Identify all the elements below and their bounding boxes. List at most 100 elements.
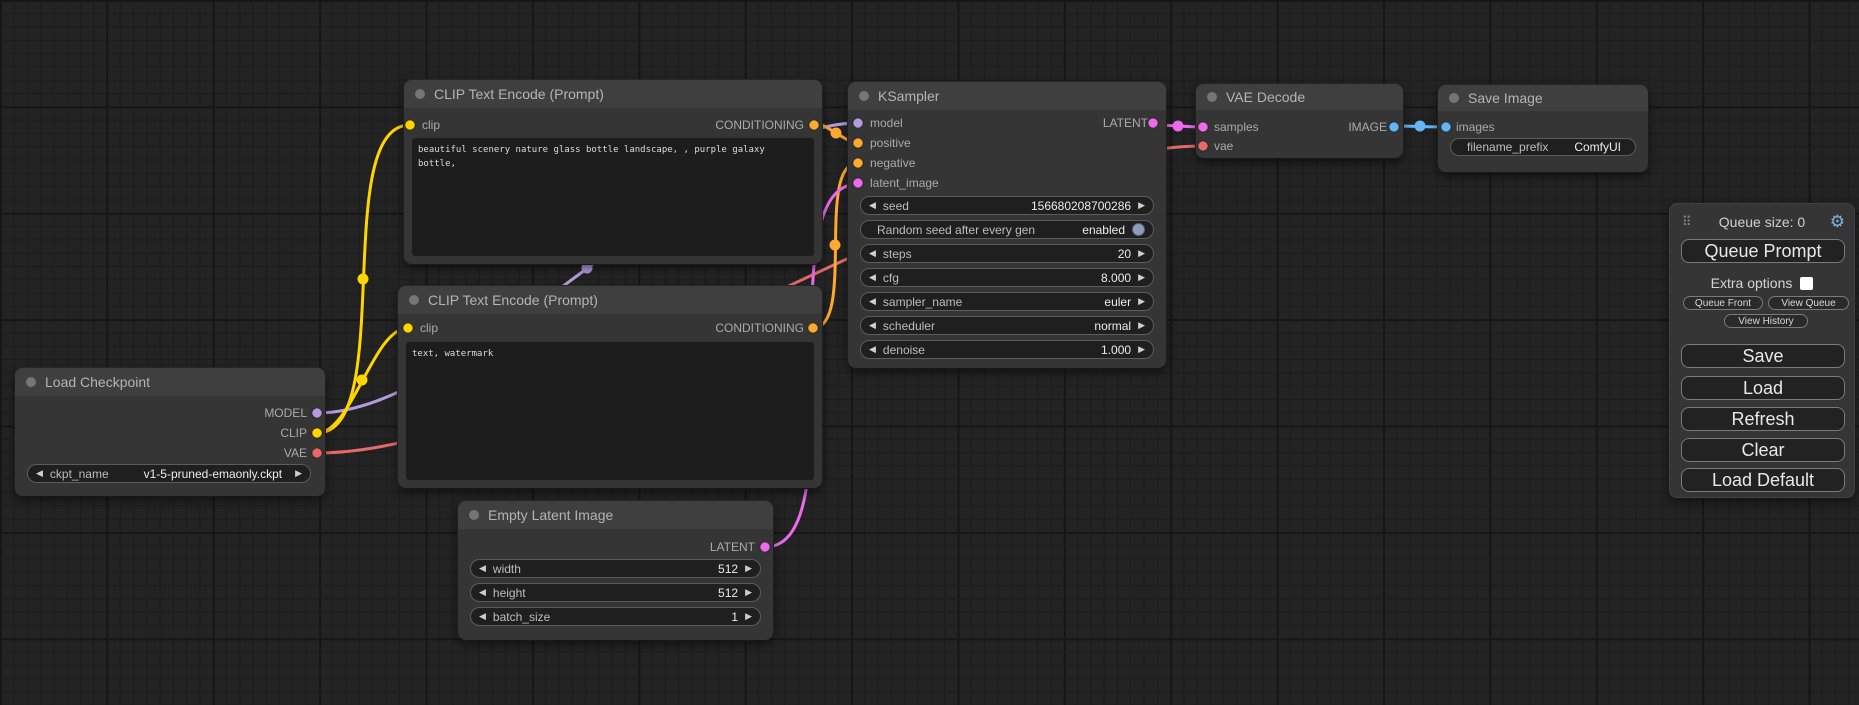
image-output-slot[interactable] bbox=[1389, 122, 1399, 132]
input-label-clip: clip bbox=[420, 321, 438, 335]
collapse-dot-icon[interactable] bbox=[26, 377, 36, 387]
arrow-left-icon[interactable]: ◀ bbox=[479, 588, 486, 597]
node-clip-text-encode-negative[interactable]: CLIP Text Encode (Prompt) clip CONDITION… bbox=[398, 286, 822, 488]
link-dot bbox=[357, 375, 368, 386]
height-widget[interactable]: ◀ height 512 ▶ bbox=[470, 583, 761, 602]
node-title-bar[interactable]: Empty Latent Image bbox=[458, 501, 773, 529]
clip-input-slot[interactable] bbox=[403, 323, 413, 333]
arrow-right-icon[interactable]: ▶ bbox=[295, 469, 302, 478]
clear-button[interactable]: Clear bbox=[1681, 438, 1845, 462]
collapse-dot-icon[interactable] bbox=[859, 91, 869, 101]
samples-input-slot[interactable] bbox=[1198, 122, 1208, 132]
filename-prefix-widget[interactable]: filename_prefix ComfyUI bbox=[1450, 138, 1636, 156]
input-label-latent-image: latent_image bbox=[870, 176, 939, 190]
arrow-left-icon[interactable]: ◀ bbox=[869, 273, 876, 282]
latent-output-slot[interactable] bbox=[1148, 118, 1158, 128]
node-title-bar[interactable]: Save Image bbox=[1438, 85, 1648, 111]
arrow-left-icon[interactable]: ◀ bbox=[869, 297, 876, 306]
arrow-left-icon[interactable]: ◀ bbox=[869, 249, 876, 258]
scheduler-widget[interactable]: ◀ scheduler normal ▶ bbox=[860, 316, 1154, 335]
view-history-button[interactable]: View History bbox=[1724, 314, 1808, 328]
arrow-right-icon[interactable]: ▶ bbox=[1138, 249, 1145, 258]
refresh-button[interactable]: Refresh bbox=[1681, 407, 1845, 431]
arrow-left-icon[interactable]: ◀ bbox=[869, 201, 876, 210]
link-dot bbox=[831, 128, 842, 139]
toggle-on-icon[interactable] bbox=[1132, 223, 1145, 236]
collapse-dot-icon[interactable] bbox=[1207, 92, 1217, 102]
drag-handle-icon[interactable]: ⠿ bbox=[1682, 214, 1693, 230]
seed-widget[interactable]: ◀ seed 156680208700286 ▶ bbox=[860, 196, 1154, 215]
widget-label: sampler_name bbox=[883, 295, 962, 309]
clip-output-slot[interactable] bbox=[312, 428, 322, 438]
steps-widget[interactable]: ◀ steps 20 ▶ bbox=[860, 244, 1154, 263]
widget-label: height bbox=[493, 586, 526, 600]
arrow-left-icon[interactable]: ◀ bbox=[479, 612, 486, 621]
extra-options-label: Extra options bbox=[1711, 275, 1793, 291]
queue-prompt-button[interactable]: Queue Prompt bbox=[1681, 239, 1845, 263]
extra-options-checkbox[interactable] bbox=[1800, 277, 1813, 290]
save-button[interactable]: Save bbox=[1681, 344, 1845, 368]
node-clip-text-encode-positive[interactable]: CLIP Text Encode (Prompt) clip CONDITION… bbox=[404, 80, 822, 264]
link-dot bbox=[358, 274, 369, 285]
negative-prompt-textarea[interactable]: text, watermark bbox=[406, 342, 814, 480]
arrow-left-icon[interactable]: ◀ bbox=[479, 564, 486, 573]
latent-output-slot[interactable] bbox=[760, 542, 770, 552]
arrow-right-icon[interactable]: ▶ bbox=[1138, 297, 1145, 306]
node-title-bar[interactable]: KSampler bbox=[848, 82, 1166, 110]
node-empty-latent-image[interactable]: Empty Latent Image LATENT ◀ width 512 ▶ … bbox=[458, 501, 773, 640]
arrow-left-icon[interactable]: ◀ bbox=[36, 469, 43, 478]
batch-size-widget[interactable]: ◀ batch_size 1 ▶ bbox=[470, 607, 761, 626]
arrow-right-icon[interactable]: ▶ bbox=[745, 564, 752, 573]
conditioning-output-slot[interactable] bbox=[808, 323, 818, 333]
arrow-right-icon[interactable]: ▶ bbox=[1138, 321, 1145, 330]
node-load-checkpoint[interactable]: Load Checkpoint MODEL CLIP VAE ◀ ckpt_na… bbox=[15, 368, 325, 496]
positive-prompt-textarea[interactable]: beautiful scenery nature glass bottle la… bbox=[412, 138, 814, 256]
width-widget[interactable]: ◀ width 512 ▶ bbox=[470, 559, 761, 578]
latent-image-input-slot[interactable] bbox=[853, 178, 863, 188]
model-output-slot[interactable] bbox=[312, 408, 322, 418]
node-title-bar[interactable]: VAE Decode bbox=[1196, 84, 1403, 110]
arrow-right-icon[interactable]: ▶ bbox=[1138, 345, 1145, 354]
node-vae-decode[interactable]: VAE Decode samples IMAGE vae bbox=[1196, 84, 1403, 158]
cfg-widget[interactable]: ◀ cfg 8.000 ▶ bbox=[860, 268, 1154, 287]
arrow-right-icon[interactable]: ▶ bbox=[745, 588, 752, 597]
random-seed-toggle-widget[interactable]: Random seed after every gen enabled bbox=[860, 220, 1154, 239]
comfyui-graph-canvas[interactable]: { "colors": { "model": "#B49BE0", "clip"… bbox=[0, 0, 1859, 705]
arrow-right-icon[interactable]: ▶ bbox=[745, 612, 752, 621]
input-label-clip: clip bbox=[422, 118, 440, 132]
widget-value: euler bbox=[1104, 295, 1131, 309]
view-queue-button[interactable]: View Queue bbox=[1768, 296, 1849, 310]
collapse-dot-icon[interactable] bbox=[1449, 93, 1459, 103]
sampler-name-widget[interactable]: ◀ sampler_name euler ▶ bbox=[860, 292, 1154, 311]
node-ksampler[interactable]: KSampler model LATENT positive negative … bbox=[848, 82, 1166, 368]
collapse-dot-icon[interactable] bbox=[469, 510, 479, 520]
node-title-bar[interactable]: Load Checkpoint bbox=[15, 368, 325, 396]
load-default-button[interactable]: Load Default bbox=[1681, 468, 1845, 492]
model-input-slot[interactable] bbox=[853, 118, 863, 128]
denoise-widget[interactable]: ◀ denoise 1.000 ▶ bbox=[860, 340, 1154, 359]
arrow-left-icon[interactable]: ◀ bbox=[869, 345, 876, 354]
arrow-right-icon[interactable]: ▶ bbox=[1138, 273, 1145, 282]
load-button[interactable]: Load bbox=[1681, 376, 1845, 400]
negative-input-slot[interactable] bbox=[853, 158, 863, 168]
collapse-dot-icon[interactable] bbox=[415, 89, 425, 99]
input-label-images: images bbox=[1456, 120, 1495, 134]
widget-value: 1.000 bbox=[1101, 343, 1131, 357]
node-title-bar[interactable]: CLIP Text Encode (Prompt) bbox=[398, 286, 822, 314]
conditioning-output-slot[interactable] bbox=[809, 120, 819, 130]
node-save-image[interactable]: Save Image images filename_prefix ComfyU… bbox=[1438, 85, 1648, 172]
node-title-bar[interactable]: CLIP Text Encode (Prompt) bbox=[404, 80, 822, 108]
vae-output-slot[interactable] bbox=[312, 448, 322, 458]
arrow-right-icon[interactable]: ▶ bbox=[1138, 201, 1145, 210]
queue-front-button[interactable]: Queue Front bbox=[1683, 296, 1763, 310]
output-label-latent: LATENT bbox=[710, 540, 755, 554]
images-input-slot[interactable] bbox=[1441, 122, 1451, 132]
ckpt-name-widget[interactable]: ◀ ckpt_name v1-5-pruned-emaonly.ckpt ▶ bbox=[27, 464, 311, 483]
vae-input-slot[interactable] bbox=[1198, 141, 1208, 151]
positive-input-slot[interactable] bbox=[853, 138, 863, 148]
collapse-dot-icon[interactable] bbox=[409, 295, 419, 305]
arrow-left-icon[interactable]: ◀ bbox=[869, 321, 876, 330]
clip-input-slot[interactable] bbox=[405, 120, 415, 130]
settings-gear-icon[interactable]: ⚙ bbox=[1830, 212, 1845, 232]
output-label-model: MODEL bbox=[264, 406, 307, 420]
